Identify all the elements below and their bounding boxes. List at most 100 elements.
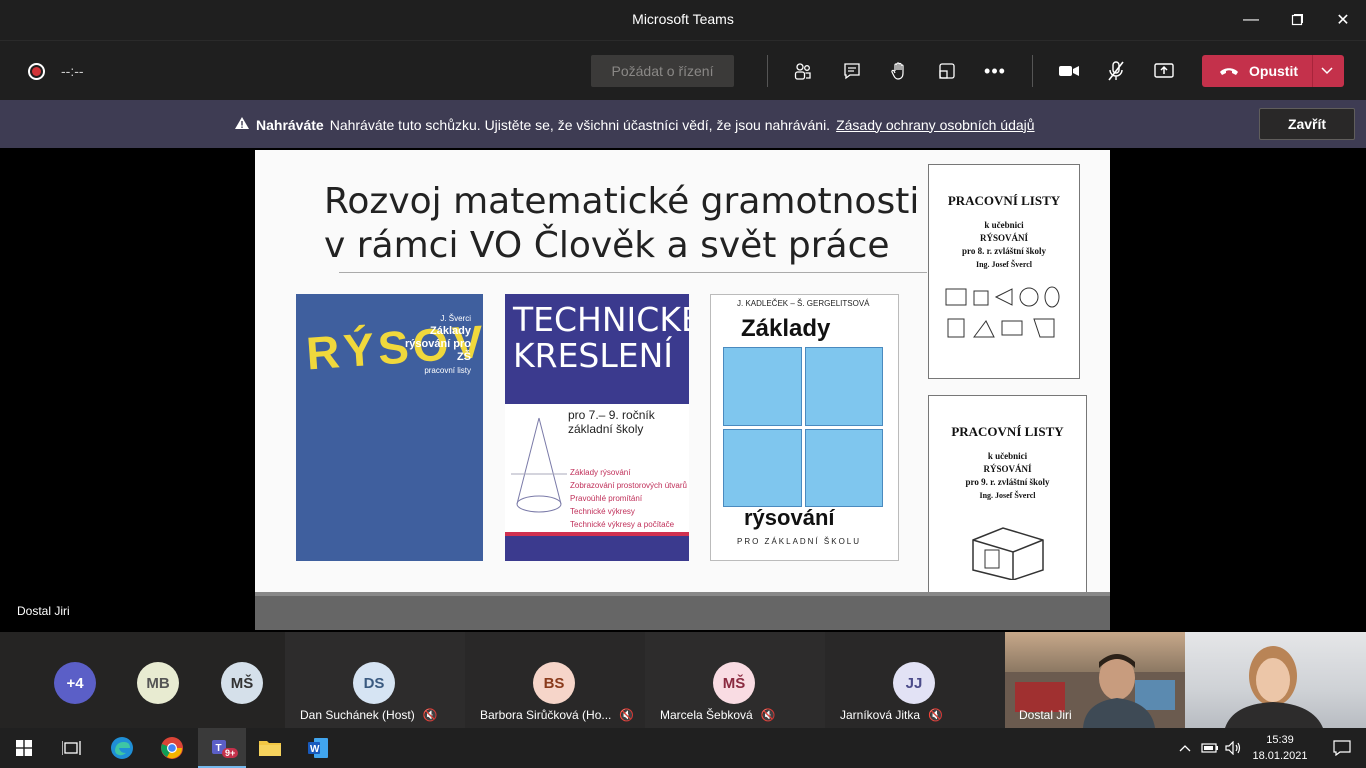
camera-icon[interactable] [1057,59,1081,83]
avatar: MŠ [221,662,263,704]
banner-text: Nahráváte tuto schůzku. Ujistěte se, že … [329,116,831,133]
chat-icon[interactable] [840,59,864,83]
window-title: Microsoft Teams [632,11,734,27]
ws2-line4: Ing. Josef Švercl [979,491,1036,500]
recording-icon [28,63,45,80]
request-control-button[interactable]: Požádat o řízení [591,55,734,87]
video-person-woman [1225,646,1323,728]
participants-icon[interactable] [791,59,815,83]
participant-tile: DS Dan Suchánek (Host) 🔇 [285,632,465,728]
worksheet-cover-8: PRACOVNÍ LISTY k učebnici RÝSOVÁNÍ pro 8… [928,164,1080,379]
slide-footer-bar [255,592,1110,630]
chevron-up-icon[interactable] [1172,728,1198,768]
leave-divider [1312,55,1313,87]
mic-muted-icon[interactable] [1104,59,1128,83]
edge-browser-icon[interactable] [98,728,146,768]
leave-button[interactable]: Opustit [1202,55,1344,87]
book2-topic: Pravoúhlé promítání [570,494,643,503]
teams-badge: 9+ [222,748,239,758]
book2-topics: Základy rýsování Zobrazování prostorovýc… [570,466,687,531]
slide-title-line2: v rámci VO Člověk a svět práce [324,225,890,266]
participant-name: Dostal Jiri [1019,708,1072,722]
participant-name-text: Dan Suchánek (Host) [300,708,415,722]
presentation-slide: Rozvoj matematické gramotnosti v rámci V… [255,150,1110,630]
minimize-icon[interactable]: — [1228,0,1274,40]
book3-title-bottom: rýsování [744,505,835,530]
windows-taskbar: T 9+ W 15:39 18.01.2021 [0,728,1366,768]
participant-name: Barbora Sirůčková (Ho... 🔇 [480,708,634,722]
book2-subtitle-line2: základní školy [568,422,644,436]
close-banner-button[interactable]: Zavřít [1259,108,1355,140]
leave-label: Opustit [1249,63,1298,79]
volume-icon[interactable] [1222,728,1246,768]
svg-text:W: W [310,744,320,755]
mic-muted-icon: 🔇 [619,708,635,722]
share-screen-icon[interactable] [1152,59,1176,83]
book-cover-zaklady-rysovani-prometheus: J. KADLEČEK – Š. GERGELITSOVÁ Základy rý… [710,294,899,561]
hexagon-drawing [804,347,883,426]
more-options-icon[interactable]: ••• [983,59,1007,83]
book-cover-technicke-kresleni: TECHNICKÉ KRESLENÍ pro 7.– 9. ročník zák… [505,294,689,561]
title-bar: Microsoft Teams — ✕ [0,0,1366,40]
windows-start-icon[interactable] [0,728,48,768]
more-participants-avatar[interactable]: +4 [54,662,96,704]
clock-date: 18.01.2021 [1252,750,1308,762]
book2-subtitle: pro 7.– 9. ročník základní školy [568,408,655,436]
participant-tile: MŠ Marcela Šebková 🔇 [645,632,825,728]
participant-name: Jarníková Jitka 🔇 [840,708,943,722]
hang-up-icon [1219,63,1239,79]
participant-name-text: Marcela Šebková [660,708,753,722]
presenter-name: Dostal Jiri [17,604,70,618]
book1-text: J. Šverci Základy rýsování pro ZŠ pracov… [391,312,471,377]
participant-tray: +4 MB MŠ DS Dan Suchánek (Host) 🔇 BS Barb… [0,632,1366,728]
clock-time: 15:39 [1266,734,1294,746]
book1-author: J. Šverci [440,314,471,323]
maximize-icon[interactable] [1274,0,1320,40]
banner-bold: Nahráváte [256,116,324,133]
ws1-line1: k učebnici [984,220,1024,230]
book2-topic: Technické výkresy a počítače [570,520,675,529]
shared-content-stage: Rozvoj matematické gramotnosti v rámci V… [0,148,1366,632]
book-cover-zaklady-rysovani: RÝSOVÁNÍ J. Šverci Základy rýsování pro … [296,294,483,561]
mic-muted-icon: 🔇 [928,708,943,722]
toolbar-divider [1032,55,1033,87]
participant-tile: JJ Jarníková Jitka 🔇 [825,632,1005,728]
book2-subtitle-line1: pro 7.– 9. ročník [568,408,655,422]
meeting-toolbar: --:-- Požádat o řízení ••• Opustit [0,40,1366,100]
notifications-icon[interactable] [1318,728,1366,768]
ws2-line2: RÝSOVÁNÍ [983,464,1032,474]
video-feed-dostal: Dostal Jiri [1005,632,1185,728]
system-clock[interactable]: 15:39 18.01.2021 [1248,732,1312,764]
recording-banner: Nahráváte Nahráváte tuto schůzku. Ujistě… [0,100,1366,148]
task-view-icon[interactable] [48,728,96,768]
participant-name-text: Barbora Sirůčková (Ho... [480,708,612,722]
participant-name-text: Jarníková Jitka [840,708,921,722]
warning-icon [234,116,250,133]
close-window-icon[interactable]: ✕ [1320,0,1366,40]
file-explorer-icon[interactable] [246,728,294,768]
ws2-line1: k učebnici [987,451,1028,461]
raise-hand-icon[interactable] [887,59,911,83]
ws1-line4: Ing. Josef Švercl [975,260,1033,269]
participant-name: Marcela Šebková 🔇 [660,708,776,722]
ws2-title: PRACOVNÍ LISTY [951,424,1064,439]
rooms-icon[interactable] [935,59,959,83]
participant-name: Dan Suchánek (Host) 🔇 [300,708,438,722]
word-app-icon[interactable]: W [294,728,342,768]
pyramid-drawing [723,347,802,426]
book1-subtitle: pracovní listy [424,366,471,375]
book2-topic: Technické výkresy [570,507,635,516]
isometric-shape-drawing [971,527,1044,581]
worksheet-cover-9: PRACOVNÍ LISTY k učebnici RÝSOVÁNÍ pro 9… [928,395,1087,620]
chrome-browser-icon[interactable] [148,728,196,768]
ws1-line2: RÝSOVÁNÍ [979,233,1028,243]
avatar: DS [353,662,395,704]
chevron-down-icon[interactable] [1320,63,1334,80]
book2-bottom-bar [505,536,689,561]
toolbar-divider [767,55,768,87]
teams-app-icon[interactable]: T 9+ [198,728,246,768]
privacy-link[interactable]: Zásady ochrany osobních údajů [836,117,1034,133]
battery-icon[interactable] [1198,728,1222,768]
book2-title: TECHNICKÉ KRESLENÍ [505,294,689,404]
slide-title-line1: Rozvoj matematické gramotnosti [324,181,920,222]
